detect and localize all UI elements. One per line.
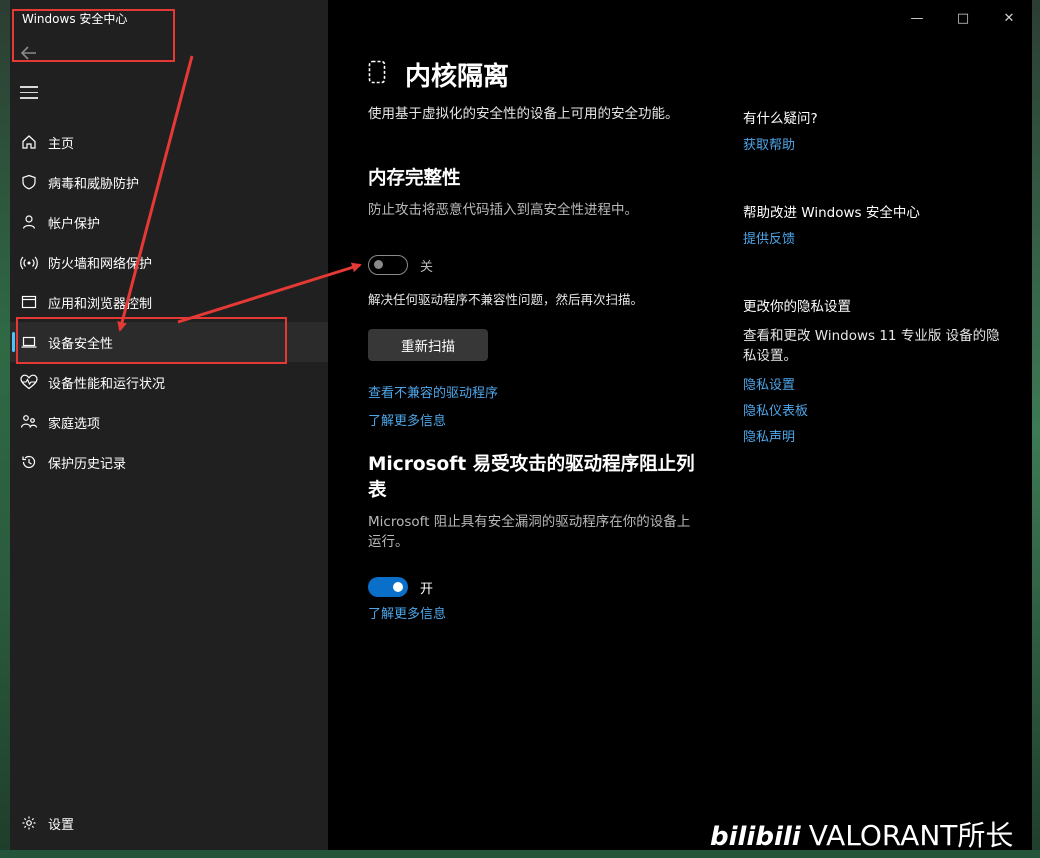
annotation-arrows — [117, 55, 362, 332]
bilibili-logo: bilibili — [710, 822, 801, 852]
watermark: bilibili VALORANT所长 — [710, 814, 1013, 854]
annotation-arrow-right — [177, 262, 362, 324]
annotation-arrow-down — [117, 55, 194, 332]
watermark-text: VALORANT所长 — [808, 819, 1014, 852]
